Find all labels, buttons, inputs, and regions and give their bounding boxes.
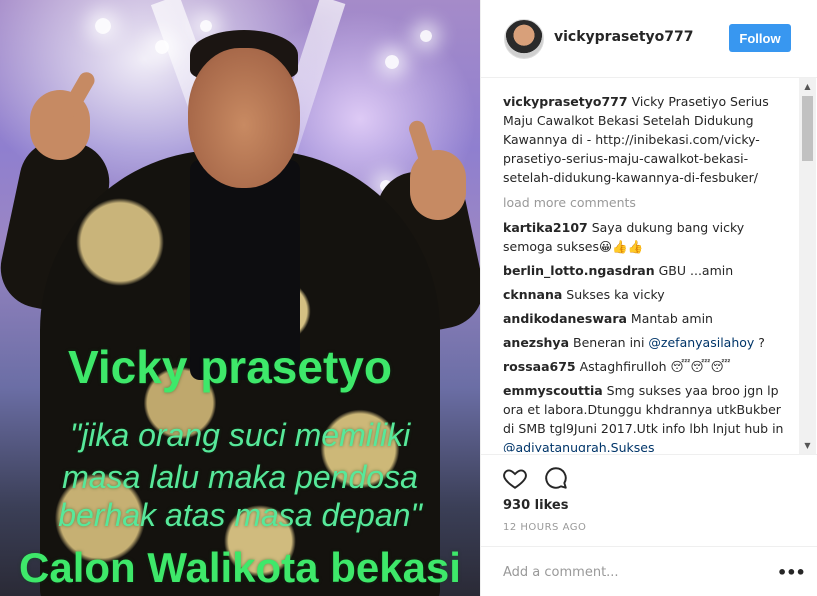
comment-input[interactable] <box>503 561 753 583</box>
username-link[interactable]: vickyprasetyo777 <box>554 29 694 45</box>
comment-username[interactable]: cknnana <box>503 287 562 302</box>
more-options-icon[interactable]: ••• <box>777 563 806 582</box>
comment-username[interactable]: anezshya <box>503 335 569 350</box>
comment-bubble-icon[interactable] <box>543 465 569 491</box>
comment-item: emmyscouttia Smg sukses yaa broo jgn lp … <box>503 381 795 452</box>
scroll-up-arrow-icon[interactable]: ▲ <box>799 78 816 95</box>
comments-scrollbar[interactable]: ▲ ▼ <box>799 78 816 454</box>
comment-username[interactable]: andikodaneswara <box>503 311 627 326</box>
load-more-comments-link[interactable]: load more comments <box>503 193 795 212</box>
comment-item: anezshya Beneran ini @zefanyasilahoy ? <box>503 333 795 352</box>
comment-item: rossaa675 Astaghfirulloh 😴😴😴 <box>503 357 795 376</box>
caption-username[interactable]: vickyprasetyo777 <box>503 94 628 109</box>
post-header: vickyprasetyo777 Follow <box>481 0 817 78</box>
add-comment-bar: ••• <box>481 546 817 596</box>
comment-text: Beneran ini <box>573 335 649 350</box>
overlay-quote-line: masa lalu maka pendosa <box>62 459 418 495</box>
comment-text: Astaghfirulloh 😴😴😴 <box>579 359 731 374</box>
comment-item: berlin_lotto.ngasdran GBU ...amin <box>503 261 795 280</box>
comment-text-after: ? <box>754 335 765 350</box>
comments-list[interactable]: vickyprasetyo777 Vicky Prasetiyo Serius … <box>503 92 795 452</box>
mention-link[interactable]: @zefanyasilahoy <box>648 335 754 350</box>
comment-text: Sukses ka vicky <box>566 287 665 302</box>
comment-username[interactable]: kartika2107 <box>503 220 588 235</box>
comment-item: kartika2107 Saya dukung bang vicky semog… <box>503 218 795 256</box>
comment-username[interactable]: rossaa675 <box>503 359 576 374</box>
post-side-panel: vickyprasetyo777 Follow vickyprasetyo777… <box>480 0 817 596</box>
follow-button[interactable]: Follow <box>729 24 791 52</box>
comment-item: andikodaneswara Mantab amin <box>503 309 795 328</box>
caption: vickyprasetyo777 Vicky Prasetiyo Serius … <box>503 92 795 187</box>
overlay-title-text: Calon Walikota bekasi <box>19 544 461 591</box>
scroll-down-arrow-icon[interactable]: ▼ <box>799 437 816 454</box>
comment-text: Mantab amin <box>630 311 713 326</box>
person-head <box>188 48 300 188</box>
comment-text: GBU ...amin <box>658 263 734 278</box>
comment-username[interactable]: berlin_lotto.ngasdran <box>503 263 655 278</box>
likes-count[interactable]: 930 likes <box>503 498 568 513</box>
mention-link[interactable]: @adiyatanugrah.Sukses <box>503 440 654 452</box>
avatar[interactable] <box>504 19 544 59</box>
comment-username[interactable]: emmyscouttia <box>503 383 603 398</box>
overlay-quote-line: berhak atas masa depan" <box>58 497 422 533</box>
overlay-name-text: Vicky prasetyo <box>68 341 392 393</box>
comment-item: cknnana Sukses ka vicky <box>503 285 795 304</box>
scrollbar-thumb[interactable] <box>802 96 813 161</box>
post-image[interactable]: Vicky prasetyo "jika orang suci memiliki… <box>0 0 480 596</box>
post-timestamp[interactable]: 12 HOURS AGO <box>503 522 586 533</box>
post-actions <box>481 454 817 494</box>
heart-icon[interactable] <box>501 465 529 491</box>
overlay-quote-line: "jika orang suci memiliki <box>69 417 411 453</box>
